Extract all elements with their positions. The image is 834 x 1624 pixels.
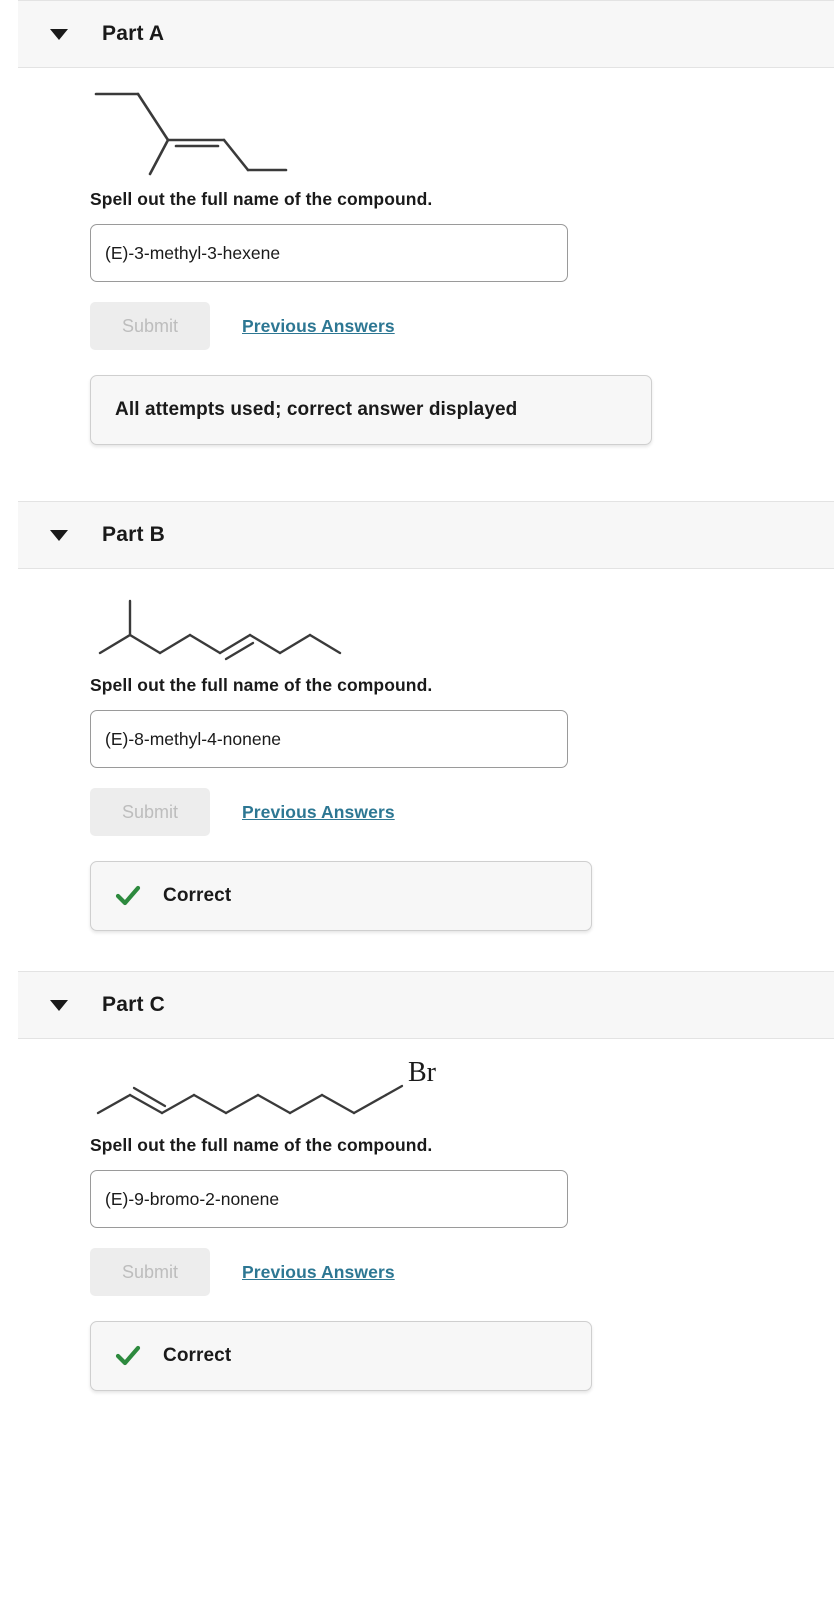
controls-a: Submit Previous Answers [90, 302, 814, 350]
part-section-a: Part A Spell out the full name of the co… [0, 0, 834, 445]
part-header-b[interactable]: Part B [18, 501, 834, 569]
previous-answers-link-c[interactable]: Previous Answers [242, 1262, 395, 1283]
feedback-message-b: Correct [163, 885, 232, 906]
check-mark-icon [115, 1345, 141, 1366]
feedback-message-c: Correct [163, 1345, 232, 1366]
molecule-structure-b [90, 569, 814, 669]
part-body-b: Spell out the full name of the compound.… [0, 569, 834, 931]
part-header-c[interactable]: Part C [18, 971, 834, 1039]
part-title: Part A [102, 22, 165, 45]
feedback-message-a: All attempts used; correct answer displa… [115, 399, 518, 420]
part-body-c: Br Spell out the full name of the compou… [0, 1039, 834, 1391]
molecule-svg-b [98, 599, 342, 661]
feedback-box-b: Correct [90, 861, 592, 931]
molecule-svg-a [94, 92, 288, 176]
prompt-text-b: Spell out the full name of the compound. [90, 675, 433, 695]
part-title: Part B [102, 523, 166, 546]
submit-button-a[interactable]: Submit [90, 302, 210, 350]
part-header-a[interactable]: Part A [18, 0, 834, 68]
halogen-label: Br [408, 1057, 437, 1088]
prompt-text-c: Spell out the full name of the compound. [90, 1135, 433, 1155]
feedback-box-c: Correct [90, 1321, 592, 1391]
previous-answers-link-b[interactable]: Previous Answers [242, 802, 395, 823]
part-body-a: Spell out the full name of the compound.… [0, 68, 834, 445]
molecule-structure-a [90, 68, 814, 183]
answer-input-c[interactable] [90, 1170, 568, 1228]
molecule-svg-c: Br [96, 1057, 437, 1115]
molecule-structure-c: Br [90, 1039, 814, 1129]
check-mark-icon [115, 885, 141, 906]
controls-b: Submit Previous Answers [90, 788, 814, 836]
caret-down-icon[interactable] [50, 529, 68, 541]
submit-button-b[interactable]: Submit [90, 788, 210, 836]
exercise-page: Part A Spell out the full name of the co… [0, 0, 834, 1624]
controls-c: Submit Previous Answers [90, 1248, 814, 1296]
answer-input-a[interactable] [90, 224, 568, 282]
caret-down-icon[interactable] [50, 28, 68, 40]
submit-button-c[interactable]: Submit [90, 1248, 210, 1296]
caret-down-icon[interactable] [50, 999, 68, 1011]
part-section-b: Part B Spell out the full name of the co… [0, 501, 834, 931]
part-section-c: Part C Br Spell out the full name of the… [0, 971, 834, 1391]
part-title: Part C [102, 993, 166, 1016]
previous-answers-link-a[interactable]: Previous Answers [242, 316, 395, 337]
prompt-text-a: Spell out the full name of the compound. [90, 189, 433, 209]
feedback-box-a: All attempts used; correct answer displa… [90, 375, 652, 445]
answer-input-b[interactable] [90, 710, 568, 768]
